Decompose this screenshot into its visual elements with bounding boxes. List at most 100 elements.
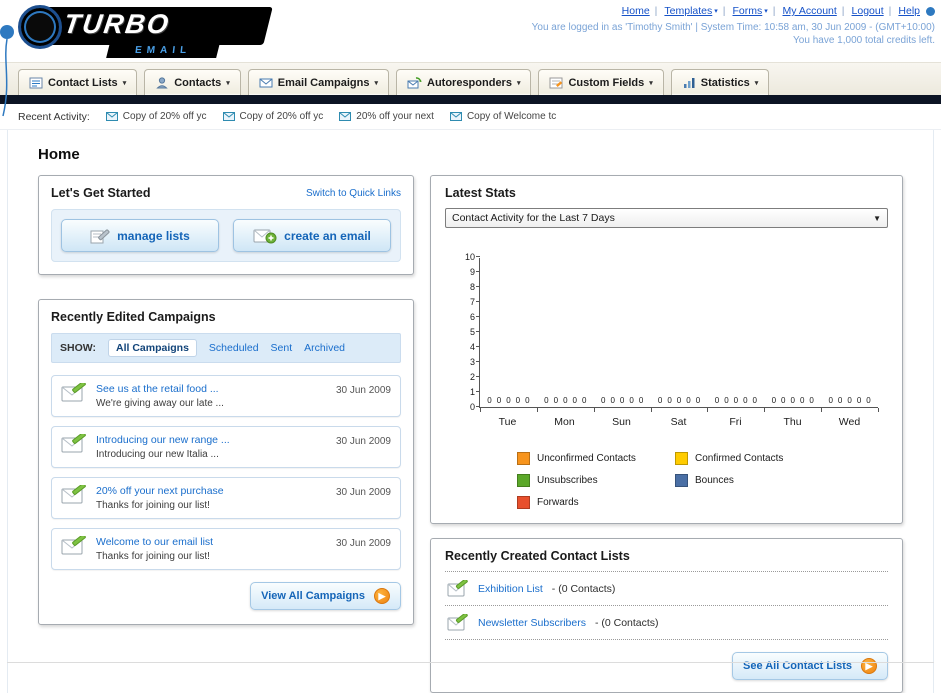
contact-activity-chart: 0 1 2 3 4 5 6 7 8 9 10 0 0 0 0 0 0 0 0 0 0 0 0 0 0 0 0 0 0 0 0 0 0 0 0 0 0 0 0…	[465, 252, 879, 509]
value-label: 0	[572, 396, 577, 405]
recent-activity-item[interactable]: Copy of Welcome tc	[449, 111, 556, 122]
tab-statistics[interactable]: Statistics ▾	[670, 69, 770, 95]
footer-divider	[7, 662, 934, 663]
balloon-decoration-icon	[0, 25, 14, 117]
value-label: 0	[856, 396, 862, 405]
tab-autoresponders[interactable]: Autoresponders ▾	[396, 69, 532, 95]
legend-swatch-icon	[517, 496, 530, 509]
contact-list-row[interactable]: Exhibition List - (0 Contacts)	[445, 571, 888, 606]
tab-email-campaigns[interactable]: Email Campaigns ▾	[247, 69, 389, 95]
campaign-title-link[interactable]: Introducing our new range ...	[96, 434, 327, 446]
chart-day-column: 00000	[480, 258, 537, 407]
value-label: 0	[809, 396, 814, 405]
stats-period-value: Contact Activity for the Last 7 Days	[452, 212, 615, 224]
value-label: 0	[553, 396, 559, 405]
campaign-row[interactable]: 20% off your next purchase Thanks for jo…	[51, 477, 401, 519]
x-axis-tick	[707, 408, 709, 412]
top-link-logout[interactable]: Logout	[837, 5, 884, 17]
value-label: 0	[790, 396, 795, 405]
y-axis-tick-label: 9	[469, 267, 475, 277]
chart-columns: 00000000000000000000000000000000000	[480, 258, 878, 407]
y-axis-tick-label: 3	[469, 357, 475, 367]
value-label: 0	[752, 396, 757, 405]
top-link-forms[interactable]: Forms▾	[718, 5, 768, 17]
filter-sent[interactable]: Sent	[271, 342, 293, 354]
tab-contacts[interactable]: Contacts ▾	[144, 69, 241, 95]
campaign-row[interactable]: Welcome to our email list Thanks for joi…	[51, 528, 401, 570]
contact-lists-icon	[29, 77, 43, 88]
campaign-row[interactable]: See us at the retail food ... We're givi…	[51, 375, 401, 417]
tab-label: Custom Fields	[568, 76, 645, 89]
legend-item: Unconfirmed Contacts	[517, 452, 675, 465]
main-nav: Contact Lists ▾ Contacts ▾ Email Campaig…	[0, 62, 941, 95]
chart-day-column: 00000	[821, 258, 878, 407]
value-label: 0	[544, 396, 549, 405]
recent-activity-item[interactable]: Copy of 20% off yc	[222, 111, 323, 122]
tab-contact-lists[interactable]: Contact Lists ▾	[18, 69, 138, 95]
y-axis-tick-label: 5	[469, 327, 475, 337]
campaign-title-link[interactable]: See us at the retail food ...	[96, 383, 327, 395]
campaigns-filter-bar: SHOW: All Campaigns Scheduled Sent Archi…	[51, 333, 401, 363]
filter-scheduled[interactable]: Scheduled	[209, 342, 259, 354]
campaign-title-link[interactable]: Welcome to our email list	[96, 536, 327, 548]
main-content: Home Let's Get Started Switch to Quick L…	[7, 130, 934, 693]
contact-list-name-link[interactable]: Newsletter Subscribers	[478, 617, 586, 629]
filter-all-campaigns[interactable]: All Campaigns	[107, 339, 197, 357]
manage-lists-button[interactable]: manage lists	[61, 219, 219, 252]
left-column: Let's Get Started Switch to Quick Links …	[38, 175, 414, 625]
value-label: 0	[563, 396, 568, 405]
campaign-row[interactable]: Introducing our new range ... Introducin…	[51, 426, 401, 468]
y-axis-tick-label: 0	[469, 402, 475, 412]
value-label: 0	[496, 396, 502, 405]
stats-period-select[interactable]: Contact Activity for the Last 7 Days ▼	[445, 208, 888, 228]
get-started-title: Let's Get Started	[51, 186, 151, 200]
view-all-campaigns-button[interactable]: View All Campaigns ▶	[250, 582, 401, 610]
recent-activity-item[interactable]: 20% off your next	[339, 111, 434, 122]
y-axis-tick	[476, 256, 480, 257]
top-link-home[interactable]: Home	[622, 5, 650, 17]
see-all-contact-lists-button[interactable]: See All Contact Lists ▶	[731, 652, 888, 680]
value-label: 0	[525, 396, 530, 405]
tab-custom-fields[interactable]: Custom Fields ▾	[538, 69, 664, 95]
top-link-help[interactable]: Help	[884, 5, 935, 17]
x-axis-tick	[764, 408, 766, 412]
campaign-date: 30 Jun 2009	[335, 538, 391, 549]
campaign-subtitle: Thanks for joining our list!	[96, 551, 210, 562]
filter-archived[interactable]: Archived	[304, 342, 345, 354]
y-axis-tick-label: 6	[469, 312, 475, 322]
turbo-email-logo[interactable]: TURBO EMAIL	[12, 3, 280, 60]
legend-label: Bounces	[695, 475, 734, 486]
contact-list-name-link[interactable]: Exhibition List	[478, 583, 543, 595]
logo-sub-tab: EMAIL	[106, 43, 220, 58]
chevron-down-icon: ▼	[873, 213, 881, 223]
switch-quick-links-link[interactable]: Switch to Quick Links	[306, 188, 401, 199]
recent-activity-label: Recent Activity:	[18, 110, 90, 123]
top-link-templates[interactable]: Templates▾	[650, 5, 717, 17]
value-label: 0	[657, 396, 663, 405]
x-axis-label: Wed	[838, 416, 861, 428]
x-axis-tick	[536, 408, 538, 412]
value-labels: 00000	[601, 396, 643, 405]
campaign-title-link[interactable]: 20% off your next purchase	[96, 485, 327, 497]
value-label: 0	[733, 396, 739, 405]
contacts-icon	[156, 76, 168, 88]
chevron-down-icon: ▾	[374, 79, 378, 87]
header: TURBO EMAIL Home Templates▾ Forms▾ My Ac…	[0, 0, 941, 117]
top-link-my-account[interactable]: My Account	[768, 5, 837, 17]
recent-activity-item[interactable]: Copy of 20% off yc	[105, 111, 207, 122]
chart-legend: Unconfirmed Contacts Confirmed Contacts Un…	[517, 452, 878, 509]
value-label: 0	[506, 396, 511, 405]
chevron-down-icon: ▾	[754, 79, 759, 87]
campaign-subtitle: We're giving away our late ...	[96, 398, 224, 409]
value-label: 0	[695, 396, 701, 405]
contact-list-row[interactable]: Newsletter Subscribers - (0 Contacts)	[445, 606, 888, 640]
value-labels: 00000	[828, 396, 870, 405]
envelope-icon	[339, 112, 352, 121]
legend-item: Forwards	[517, 496, 675, 509]
value-label: 0	[828, 396, 833, 405]
campaigns-title: Recently Edited Campaigns	[51, 310, 216, 324]
create-email-button[interactable]: create an email	[233, 219, 391, 252]
y-axis-tick-label: 4	[469, 342, 475, 352]
contact-list-count: - (0 Contacts)	[551, 582, 616, 595]
value-label: 0	[487, 396, 492, 405]
